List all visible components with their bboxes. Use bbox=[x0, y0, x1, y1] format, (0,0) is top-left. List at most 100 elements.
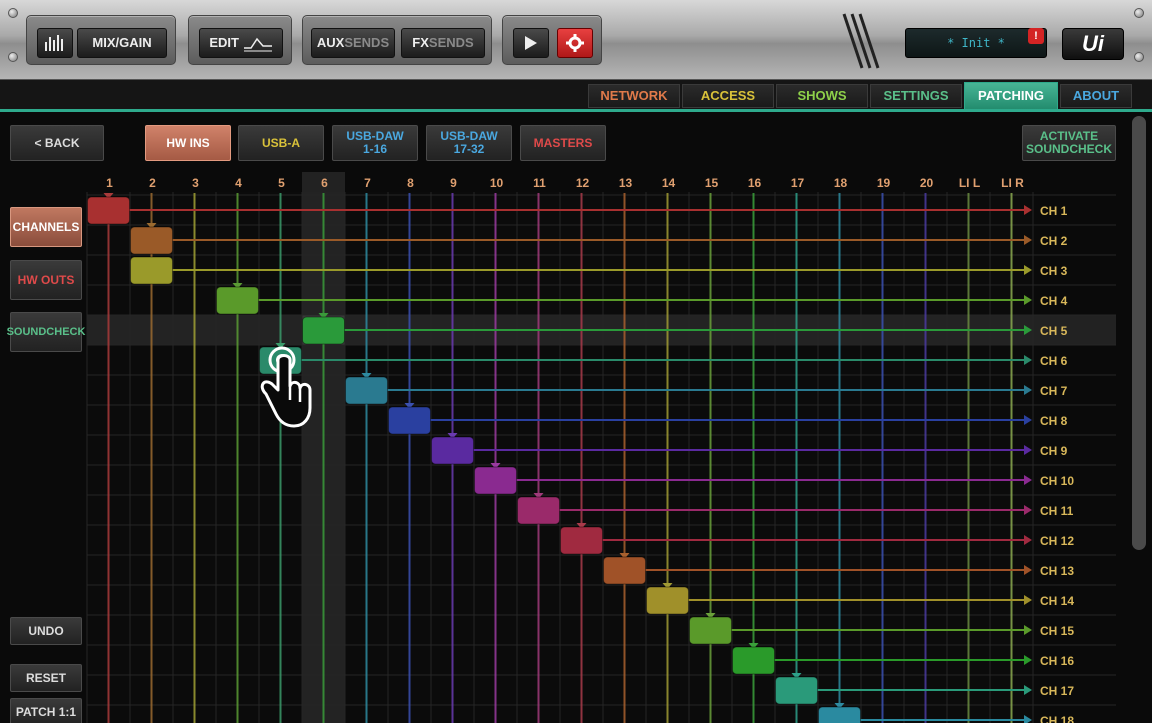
column-label: LI L bbox=[959, 176, 980, 190]
column-label: LI R bbox=[1001, 176, 1024, 190]
column-label: 1 bbox=[106, 176, 113, 190]
usb-daw-17-32-button[interactable]: USB-DAW 17-32 bbox=[426, 125, 512, 161]
patch-node[interactable] bbox=[87, 196, 130, 225]
patch-node[interactable] bbox=[646, 586, 689, 615]
patch-node[interactable] bbox=[302, 316, 345, 345]
patch-node[interactable] bbox=[732, 646, 775, 675]
patch-node[interactable] bbox=[603, 556, 646, 585]
screw-icon bbox=[1134, 8, 1144, 18]
eq-curve-icon bbox=[243, 37, 272, 52]
usb-daw-range: 1-16 bbox=[362, 142, 388, 156]
column-label: 2 bbox=[149, 176, 156, 190]
fx-sends-button[interactable]: FXSENDS bbox=[401, 28, 485, 58]
column-label: 13 bbox=[619, 176, 633, 190]
patch-node[interactable] bbox=[130, 256, 173, 285]
patch-node[interactable] bbox=[560, 526, 603, 555]
usb-daw-range: 17-32 bbox=[453, 142, 485, 156]
channel-label: CH 11 bbox=[1040, 504, 1074, 518]
masters-button[interactable]: MASTERS bbox=[520, 125, 606, 161]
scrollbar[interactable] bbox=[1132, 116, 1146, 550]
channel-label: CH 15 bbox=[1040, 624, 1074, 638]
sends-group: AUXSENDS FXSENDS bbox=[302, 15, 492, 65]
column-label: 16 bbox=[748, 176, 762, 190]
channel-label: CH 18 bbox=[1040, 714, 1074, 723]
channel-label: CH 1 bbox=[1040, 204, 1068, 218]
screw-icon bbox=[1134, 52, 1144, 62]
meters-icon bbox=[45, 35, 63, 51]
play-icon bbox=[525, 36, 537, 50]
patch-node[interactable] bbox=[517, 496, 560, 525]
channel-label: CH 16 bbox=[1040, 654, 1074, 668]
column-label: 6 bbox=[321, 176, 328, 190]
patch-node[interactable] bbox=[431, 436, 474, 465]
edit-group: EDIT bbox=[188, 15, 292, 65]
edit-label: EDIT bbox=[209, 35, 239, 50]
column-label: 7 bbox=[364, 176, 371, 190]
column-label: 20 bbox=[920, 176, 934, 190]
channel-label: CH 13 bbox=[1040, 564, 1074, 578]
tab-about[interactable]: ABOUT bbox=[1060, 84, 1132, 108]
patch-node[interactable] bbox=[775, 676, 818, 705]
channel-label: CH 12 bbox=[1040, 534, 1074, 548]
patch-node[interactable] bbox=[216, 286, 259, 315]
tab-settings[interactable]: SETTINGS bbox=[870, 84, 962, 108]
channel-label: CH 3 bbox=[1040, 264, 1068, 278]
channel-label: CH 8 bbox=[1040, 414, 1068, 428]
column-label: 10 bbox=[490, 176, 504, 190]
settings-button[interactable] bbox=[557, 28, 593, 58]
grille-icon bbox=[842, 13, 880, 69]
column-label: 9 bbox=[450, 176, 457, 190]
ui-logo[interactable]: Ui bbox=[1062, 28, 1124, 60]
top-toolbar: MIX/GAIN EDIT AUXSENDS FXSENDS * Init * … bbox=[0, 0, 1152, 80]
mix-gain-button[interactable]: MIX/GAIN bbox=[77, 28, 167, 58]
channel-label: CH 7 bbox=[1040, 384, 1068, 398]
patch-node[interactable] bbox=[689, 616, 732, 645]
tab-network[interactable]: NETWORK bbox=[588, 84, 680, 108]
mix-group: MIX/GAIN bbox=[26, 15, 176, 65]
soundcheck-label: SOUNDCHECK bbox=[1025, 142, 1112, 156]
channel-label: CH 2 bbox=[1040, 234, 1068, 248]
channel-label: CH 4 bbox=[1040, 294, 1068, 308]
column-label: 5 bbox=[278, 176, 285, 190]
meters-button[interactable] bbox=[37, 28, 73, 58]
patch-node[interactable] bbox=[388, 406, 431, 435]
column-label: 8 bbox=[407, 176, 414, 190]
column-label: 19 bbox=[877, 176, 891, 190]
patch-node[interactable] bbox=[130, 226, 173, 255]
back-button[interactable]: < BACK bbox=[10, 125, 104, 161]
channel-label: CH 14 bbox=[1040, 594, 1074, 608]
aux-sends-button[interactable]: AUXSENDS bbox=[311, 28, 395, 58]
fx-label: FX bbox=[412, 35, 429, 50]
patch-node[interactable] bbox=[818, 706, 861, 723]
screw-icon bbox=[8, 8, 18, 18]
usb-a-button[interactable]: USB-A bbox=[238, 125, 324, 161]
column-label: 12 bbox=[576, 176, 590, 190]
column-label: 3 bbox=[192, 176, 199, 190]
tab-access[interactable]: ACCESS bbox=[682, 84, 774, 108]
channel-label: CH 17 bbox=[1040, 684, 1074, 698]
tab-patching[interactable]: PATCHING bbox=[964, 82, 1058, 110]
edit-button[interactable]: EDIT bbox=[199, 28, 283, 58]
transport-group bbox=[502, 15, 602, 65]
column-label: 14 bbox=[662, 176, 676, 190]
column-label: 15 bbox=[705, 176, 719, 190]
channel-label: CH 5 bbox=[1040, 324, 1068, 338]
fx-sends-label: SENDS bbox=[428, 35, 474, 50]
hw-ins-button[interactable]: HW INS bbox=[145, 125, 231, 161]
usb-daw-1-16-button[interactable]: USB-DAW 1-16 bbox=[332, 125, 418, 161]
play-button[interactable] bbox=[513, 28, 549, 58]
aux-label: AUX bbox=[316, 35, 345, 50]
column-label: 17 bbox=[791, 176, 805, 190]
column-label: 18 bbox=[834, 176, 848, 190]
patch-grid[interactable]: 1 2 3 4 5 6 7 8 9 10 11 12 13 14 15 16 17 18 19 20 LI L LI RC… bbox=[0, 160, 1130, 723]
channel-label: CH 6 bbox=[1040, 354, 1068, 368]
channel-label: CH 9 bbox=[1040, 444, 1068, 458]
patch-node[interactable] bbox=[345, 376, 388, 405]
tab-shows[interactable]: SHOWS bbox=[776, 84, 868, 108]
status-display[interactable]: * Init * bbox=[905, 28, 1047, 58]
activate-soundcheck-button[interactable]: ACTIVATE SOUNDCHECK bbox=[1022, 125, 1116, 161]
patch-node[interactable] bbox=[474, 466, 517, 495]
channel-label: CH 10 bbox=[1040, 474, 1074, 488]
column-label: 11 bbox=[533, 176, 546, 190]
alert-badge[interactable]: ! bbox=[1028, 28, 1044, 44]
